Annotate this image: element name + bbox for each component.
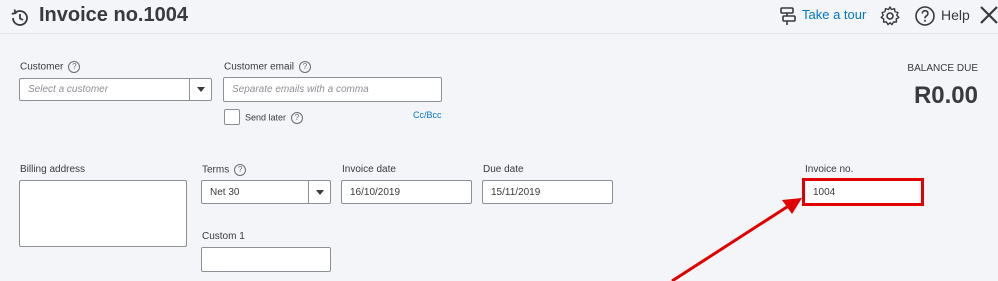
chevron-down-icon[interactable] — [189, 79, 211, 100]
customer-email-label-text: Customer email — [224, 61, 295, 73]
gear-icon[interactable] — [879, 5, 901, 27]
customer-label: Customer? — [20, 61, 81, 73]
custom1-field[interactable] — [201, 247, 331, 272]
page-title: Invoice no.1004 — [39, 4, 188, 26]
help-icon[interactable]: ? — [299, 61, 312, 73]
send-later-label: Send later? — [245, 112, 304, 124]
terms-label-text: Terms — [202, 164, 230, 176]
customer-select[interactable]: Select a customer — [19, 78, 212, 101]
cc-bcc-link[interactable]: Cc/Bcc — [413, 110, 442, 120]
signpost-icon[interactable] — [778, 6, 798, 26]
customer-email-field[interactable]: Separate emails with a comma — [223, 77, 442, 102]
take-a-tour-link[interactable]: Take a tour — [802, 7, 866, 22]
customer-email-label: Customer email? — [224, 61, 312, 73]
help-icon[interactable] — [914, 5, 936, 27]
billing-address-field[interactable] — [19, 180, 187, 247]
chevron-down-icon[interactable] — [308, 181, 330, 203]
balance-due-label: BALANCE DUE — [907, 63, 978, 74]
send-later-label-text: Send later — [245, 112, 287, 123]
send-later-checkbox[interactable] — [224, 109, 240, 125]
custom1-label: Custom 1 — [202, 231, 245, 242]
invoice-date-label: Invoice date — [342, 164, 396, 175]
help-icon[interactable]: ? — [234, 164, 247, 176]
help-icon[interactable]: ? — [68, 61, 81, 73]
help-link[interactable]: Help — [941, 7, 970, 23]
invoice-number-label: Invoice no. — [805, 164, 854, 175]
due-date-field[interactable]: 15/11/2019 — [482, 180, 613, 204]
terms-select[interactable]: Net 30 — [201, 180, 331, 204]
close-icon[interactable] — [979, 5, 998, 25]
invoice-date-value: 16/10/2019 — [350, 186, 401, 198]
recent-transactions-icon[interactable] — [8, 6, 32, 30]
customer-label-text: Customer — [20, 61, 64, 73]
invoice-date-field[interactable]: 16/10/2019 — [341, 180, 472, 204]
help-icon[interactable]: ? — [291, 112, 304, 124]
terms-label: Terms? — [202, 164, 247, 176]
balance-due-value: R0.00 — [913, 82, 978, 109]
due-date-value: 15/11/2019 — [491, 186, 541, 198]
annotation-highlight-box — [802, 178, 924, 206]
terms-value: Net 30 — [210, 186, 240, 198]
customer-email-placeholder: Separate emails with a comma — [232, 84, 369, 95]
billing-address-label: Billing address — [20, 164, 86, 175]
customer-placeholder: Select a customer — [28, 84, 109, 95]
due-date-label: Due date — [483, 164, 524, 175]
